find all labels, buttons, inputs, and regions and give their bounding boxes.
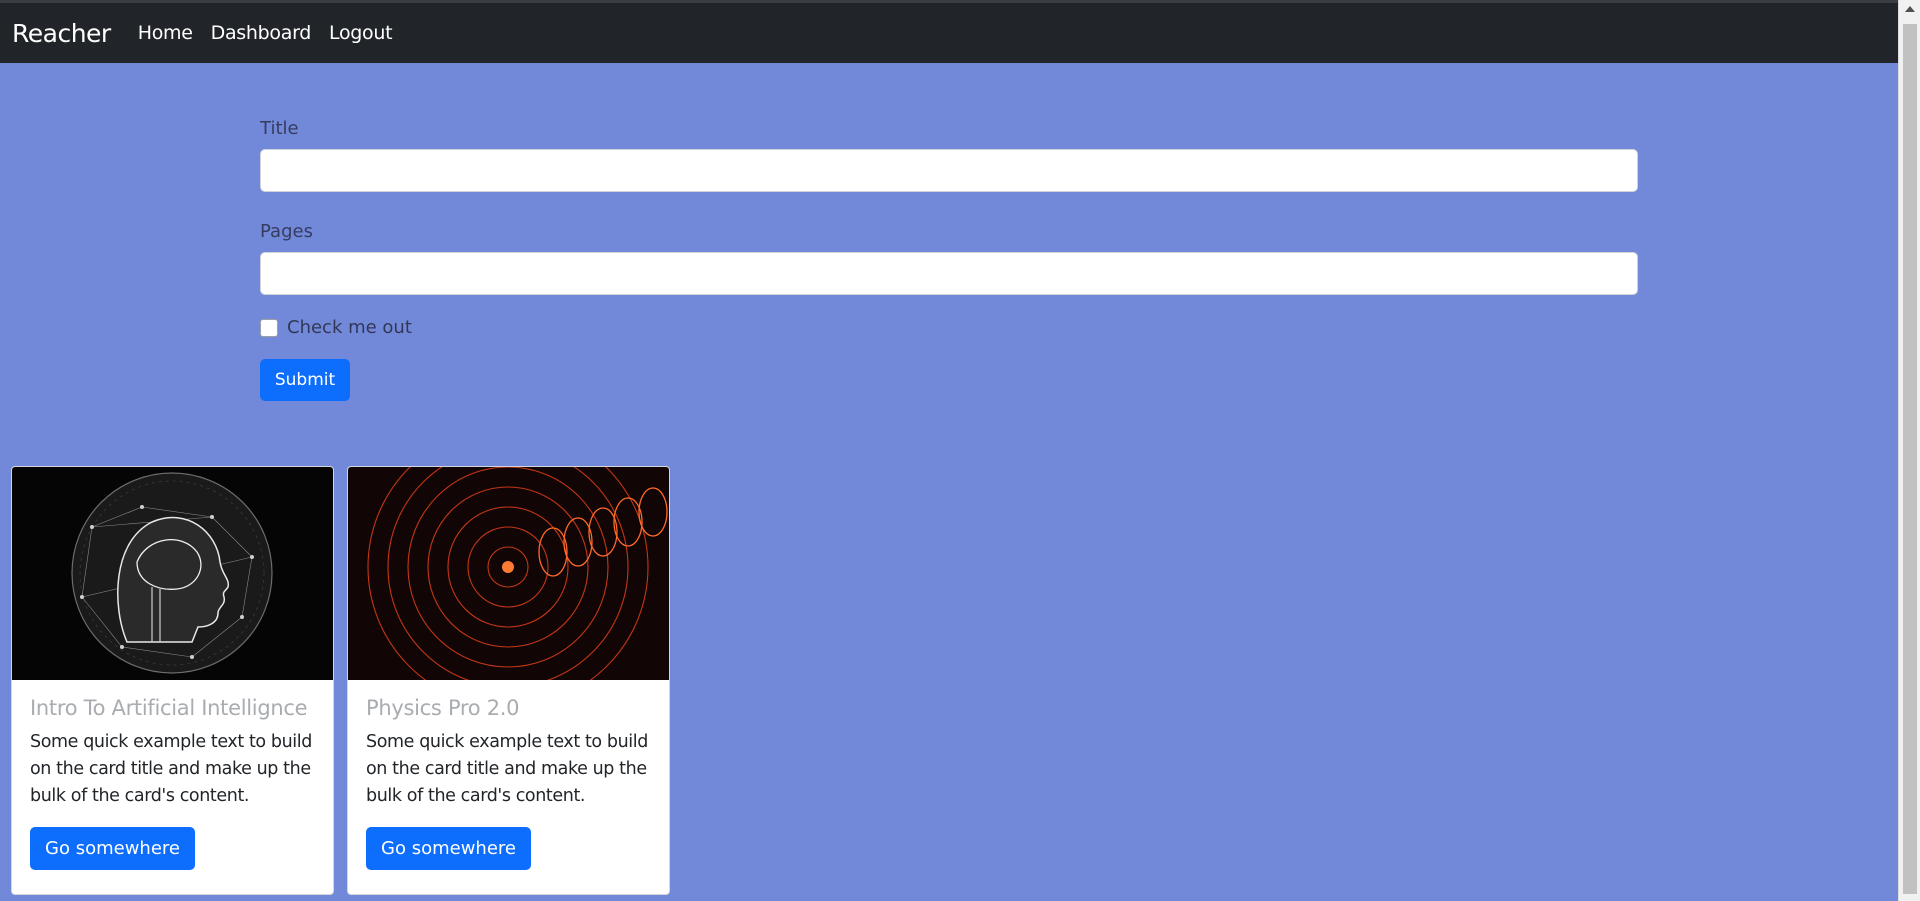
- top-navbar: Reacher Home Dashboard Logout: [0, 0, 1898, 63]
- ai-head-image: [12, 467, 333, 680]
- title-label: Title: [260, 118, 299, 139]
- card-body: Physics Pro 2.0 Some quick example text …: [348, 680, 669, 870]
- physics-spiral-image: [348, 467, 669, 680]
- book-form: Title Pages Check me out Submit: [260, 118, 1638, 401]
- card-title: Intro To Artificial Intellignce: [30, 696, 308, 720]
- check-me-out-checkbox[interactable]: [260, 318, 278, 337]
- card-title: Physics Pro 2.0: [366, 696, 520, 720]
- nav-link-home[interactable]: Home: [138, 22, 193, 44]
- course-card: Intro To Artificial Intellignce Some qui…: [11, 466, 334, 895]
- card-text: Some quick example text to build on the …: [30, 732, 312, 806]
- scrollbar-thumb[interactable]: [1903, 24, 1917, 894]
- pages-label: Pages: [260, 221, 313, 242]
- nav-link-dashboard[interactable]: Dashboard: [211, 22, 312, 44]
- go-somewhere-button[interactable]: Go somewhere: [366, 827, 531, 870]
- nav-link-logout[interactable]: Logout: [329, 22, 393, 44]
- title-input[interactable]: [260, 149, 1638, 192]
- card-text: Some quick example text to build on the …: [366, 732, 648, 806]
- scroll-up-arrow-icon[interactable]: [1905, 6, 1915, 12]
- go-somewhere-button[interactable]: Go somewhere: [30, 827, 195, 870]
- course-card: Physics Pro 2.0 Some quick example text …: [347, 466, 670, 895]
- card-body: Intro To Artificial Intellignce Some qui…: [12, 680, 333, 870]
- check-me-out-label[interactable]: Check me out: [287, 317, 412, 338]
- submit-button[interactable]: Submit: [260, 359, 350, 401]
- pages-input[interactable]: [260, 252, 1638, 295]
- check-me-out-row: Check me out: [260, 317, 1638, 338]
- brand-logo[interactable]: Reacher: [12, 19, 111, 48]
- vertical-scrollbar[interactable]: [1898, 0, 1920, 901]
